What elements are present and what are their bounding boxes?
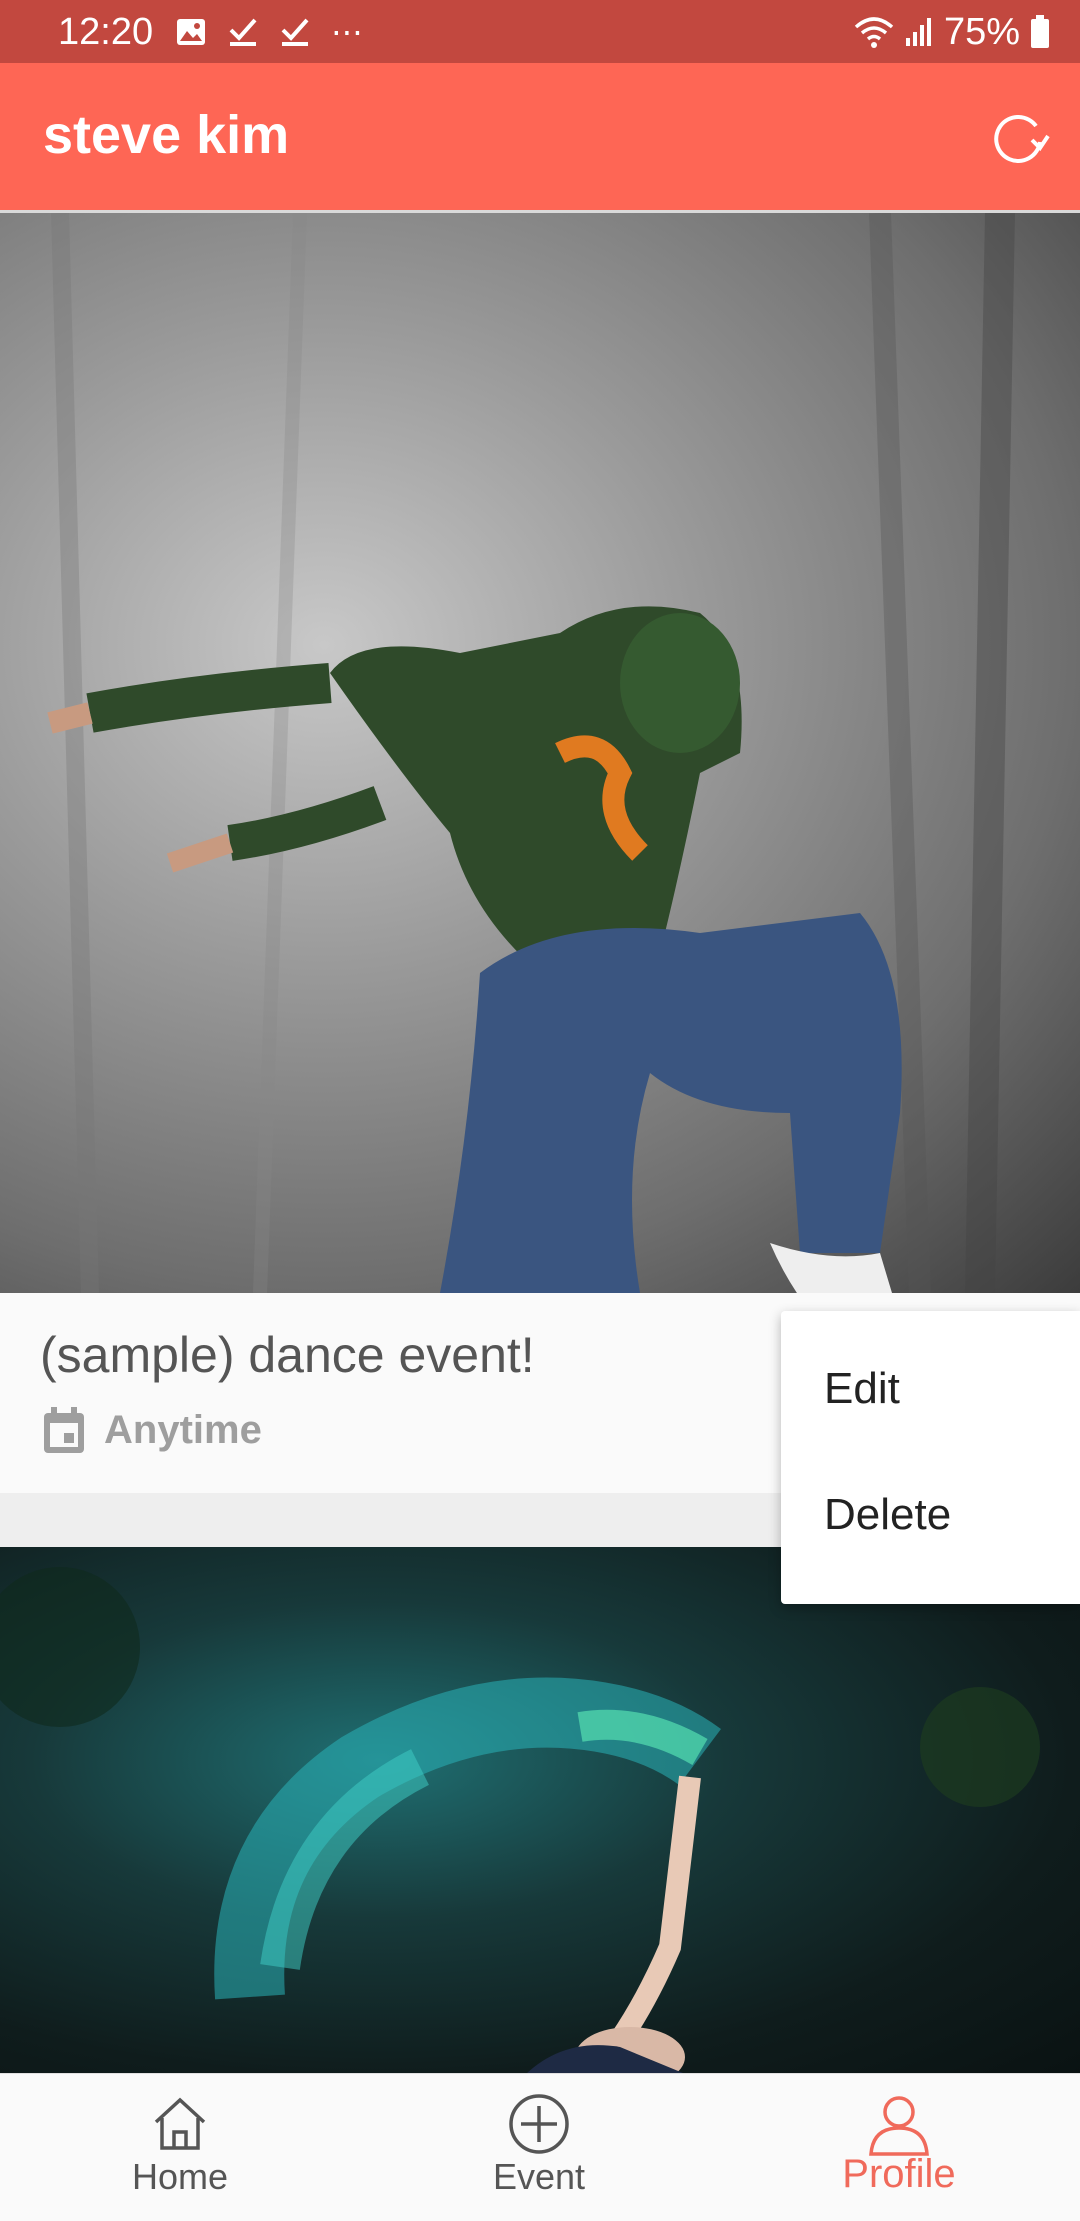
person-icon [869, 2096, 929, 2156]
nav-home[interactable]: Home [80, 2074, 280, 2221]
event-date-row: Anytime [40, 1405, 262, 1455]
status-bar: 12:20 ⋯ 75% [0, 0, 1080, 63]
system-icons: 75% [854, 10, 1050, 54]
notification-icons: ⋯ [175, 14, 363, 50]
powder-dancer-photo [0, 1567, 1040, 2080]
nav-profile[interactable]: Profile [799, 2074, 999, 2221]
bottom-navigation: Home Event Profile [0, 2073, 1080, 2221]
nav-profile-label: Profile [842, 2152, 956, 2196]
home-icon [154, 2097, 206, 2150]
status-time: 12:20 [58, 11, 154, 53]
calendar-icon [44, 1407, 84, 1453]
image-icon [177, 19, 205, 45]
battery-icon [1031, 15, 1049, 48]
wifi-icon [854, 17, 894, 48]
edit-menu-item[interactable]: Edit [824, 1363, 900, 1415]
dancer-jump-photo [47, 213, 1015, 1293]
signal-icon [905, 18, 931, 46]
page-title: steve kim [43, 105, 290, 165]
delete-menu-item[interactable]: Delete [824, 1489, 951, 1541]
event-image[interactable] [0, 1547, 1080, 2080]
overflow-menu: Edit Delete [781, 1311, 1080, 1604]
nav-event-label: Event [492, 2156, 586, 2197]
add-circle-icon [509, 2094, 569, 2154]
nav-home-label: Home [131, 2156, 229, 2197]
refresh-icon[interactable] [986, 106, 1050, 170]
battery-percent: 75% [943, 10, 1020, 53]
nav-event[interactable]: Event [439, 2074, 639, 2221]
more-icon: ⋯ [331, 14, 363, 50]
check-icon [229, 18, 257, 46]
event-date: Anytime [104, 1407, 262, 1452]
event-title: (sample) dance event! [40, 1327, 535, 1383]
check-icon [281, 18, 309, 46]
event-image[interactable] [0, 213, 1080, 1293]
app-bar: steve kim [0, 63, 1080, 213]
